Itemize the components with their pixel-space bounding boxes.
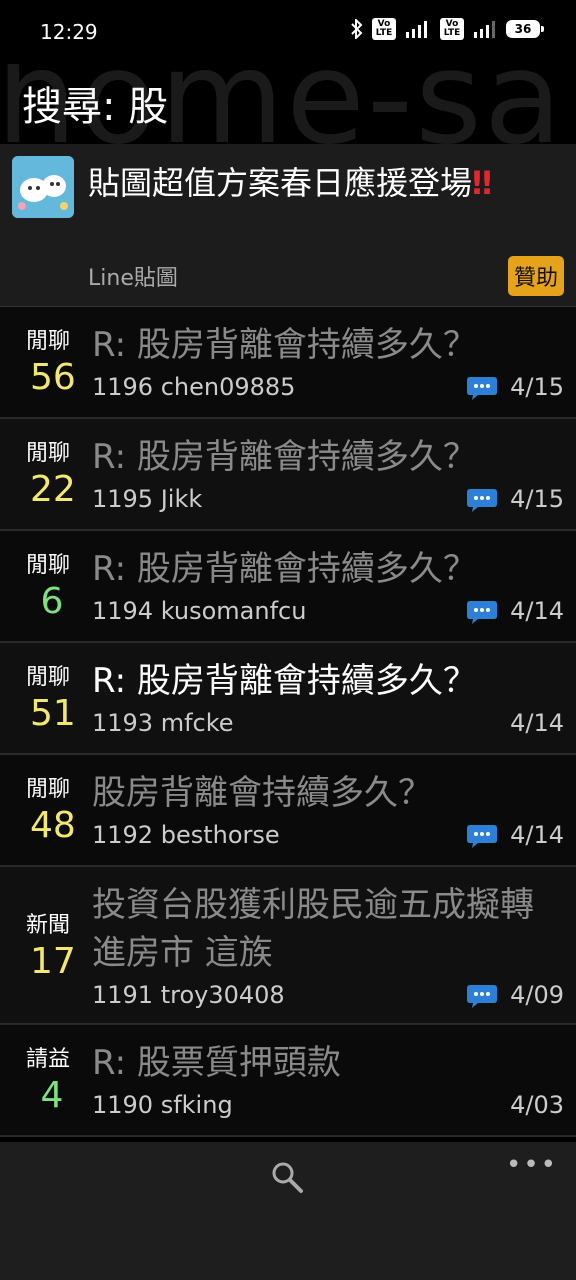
page-title: 搜尋: 股 <box>22 84 169 130</box>
post-title: R: 股房背離會持續多久？ <box>92 661 477 701</box>
battery-icon: 36 <box>506 20 544 38</box>
post-category: 新聞 <box>26 913 71 938</box>
status-bar: 12:29 Vo LTE Vo LTE 36 <box>0 0 576 64</box>
list-item[interactable]: 閒聊 56 R: 股房背離會持續多久？ 1196 chen09885 4/15 <box>0 307 576 419</box>
search-icon[interactable] <box>270 1160 304 1194</box>
sponsored-badge: 贊助 <box>507 256 564 296</box>
post-date: 4/15 <box>510 485 564 513</box>
post-category: 請益 <box>26 1047 71 1072</box>
post-category: 閒聊 <box>26 777 71 802</box>
search-header: home-sa 搜尋: 股 <box>0 64 576 144</box>
more-options-icon[interactable]: ••• <box>506 1150 558 1180</box>
post-title: 股房背離會持續多久？ <box>92 773 432 813</box>
post-meta: 1196 chen09885 <box>92 373 296 401</box>
post-meta: 1195 Jikk <box>92 485 203 513</box>
post-count: 56 <box>30 357 76 398</box>
post-category: 閒聊 <box>26 665 71 690</box>
post-count: 48 <box>30 805 76 846</box>
sponsored-ad[interactable]: 貼圖超值方案春日應援登場‼ Line貼圖 贊助 <box>0 144 576 307</box>
post-category: 閒聊 <box>26 553 71 578</box>
list-item[interactable]: 閒聊 22 R: 股房背離會持續多久？ 1195 Jikk 4/15 <box>0 419 576 531</box>
post-count: 22 <box>30 469 76 510</box>
ad-source: Line貼圖 <box>88 266 178 291</box>
post-meta: 1193 mfcke <box>92 709 234 737</box>
post-meta: 1194 kusomanfcu <box>92 597 307 625</box>
post-date: 4/03 <box>510 1091 564 1119</box>
volte-icon: Vo LTE <box>372 18 396 40</box>
post-title: R: 股房背離會持續多久？ <box>92 437 477 477</box>
post-meta: 1192 besthorse <box>92 821 280 849</box>
post-count: 4 <box>40 1075 64 1116</box>
post-title: 投資台股獲利股民逾五成擬轉進房市 這族 <box>92 885 534 973</box>
post-count: 6 <box>40 581 64 622</box>
list-item[interactable]: 閒聊 6 R: 股房背離會持續多久？ 1194 kusomanfcu 4/14 <box>0 531 576 643</box>
comment-bubble-icon <box>467 489 497 512</box>
post-date: 4/14 <box>510 821 564 849</box>
status-icons: Vo LTE Vo LTE 36 <box>350 18 544 40</box>
post-date: 4/14 <box>510 597 564 625</box>
post-list: 閒聊 56 R: 股房背離會持續多久？ 1196 chen09885 4/15 … <box>0 307 576 1137</box>
list-item[interactable]: 閒聊 51 R: 股房背離會持續多久？ 1193 mfcke 4/14 <box>0 643 576 755</box>
post-title: R: 股房背離會持續多久？ <box>92 549 477 589</box>
post-count: 17 <box>30 941 76 982</box>
comment-bubble-icon <box>467 985 497 1008</box>
bottom-bar: ••• <box>0 1142 576 1280</box>
post-title: R: 股房背離會持續多久？ <box>92 325 477 365</box>
bluetooth-icon <box>350 19 364 39</box>
post-date: 4/15 <box>510 373 564 401</box>
list-item[interactable]: 新聞 17 投資台股獲利股民逾五成擬轉進房市 這族 1191 troy30408… <box>0 867 576 1025</box>
post-category: 閒聊 <box>26 441 71 466</box>
ad-thumbnail <box>12 156 74 218</box>
post-count: 51 <box>30 693 76 734</box>
list-item[interactable]: 請益 4 R: 股票質押頭款 1190 sfking 4/03 <box>0 1025 576 1137</box>
post-date: 4/09 <box>510 981 564 1009</box>
post-title: R: 股票質押頭款 <box>92 1043 341 1083</box>
signal-icon-2 <box>472 19 498 39</box>
volte-icon-2: Vo LTE <box>440 18 464 40</box>
signal-icon <box>404 19 432 39</box>
comment-bubble-icon <box>467 601 497 624</box>
post-date: 4/14 <box>510 709 564 737</box>
ad-title: 貼圖超值方案春日應援登場‼ <box>88 164 493 202</box>
status-time: 12:29 <box>40 20 98 44</box>
post-meta: 1190 sfking <box>92 1091 233 1119</box>
comment-bubble-icon <box>467 825 497 848</box>
post-meta: 1191 troy30408 <box>92 981 285 1009</box>
comment-bubble-icon <box>467 377 497 400</box>
exclamation-icon: ‼ <box>472 164 493 202</box>
list-item[interactable]: 閒聊 48 股房背離會持續多久？ 1192 besthorse 4/14 <box>0 755 576 867</box>
post-category: 閒聊 <box>26 329 71 354</box>
